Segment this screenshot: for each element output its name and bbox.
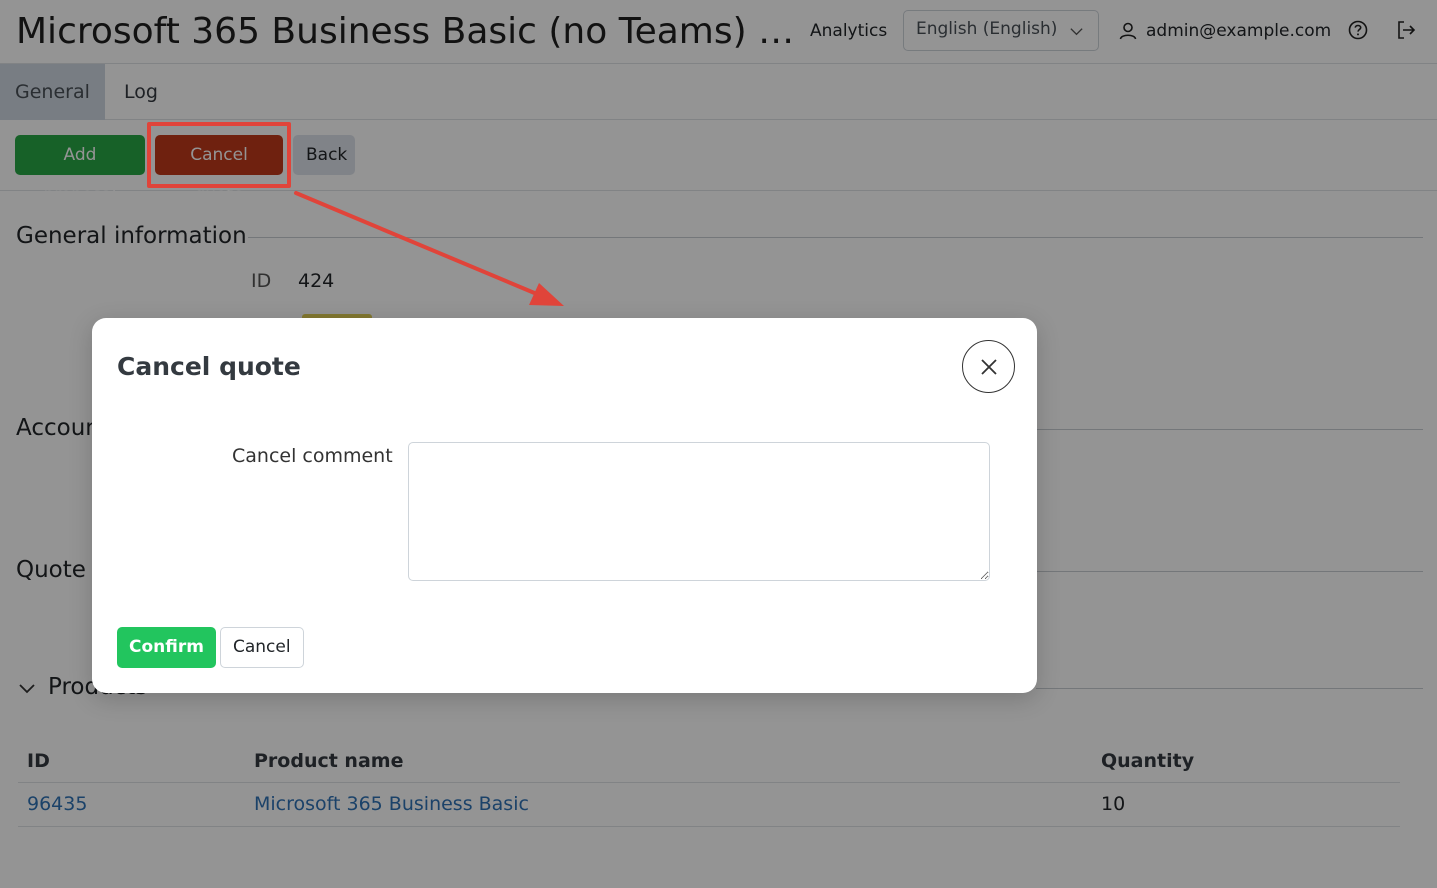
close-icon	[980, 358, 997, 375]
close-button[interactable]	[962, 340, 1015, 393]
cancel-comment-textarea[interactable]	[408, 442, 990, 581]
cancel-comment-label: Cancel comment	[232, 445, 393, 467]
dialog-title: Cancel quote	[117, 352, 301, 381]
cancel-button[interactable]: Cancel	[220, 627, 304, 668]
annotation-highlight-box	[147, 122, 291, 188]
cancel-quote-dialog: Cancel quote Cancel comment Confirm Canc…	[92, 318, 1037, 693]
confirm-button[interactable]: Confirm	[117, 627, 216, 668]
